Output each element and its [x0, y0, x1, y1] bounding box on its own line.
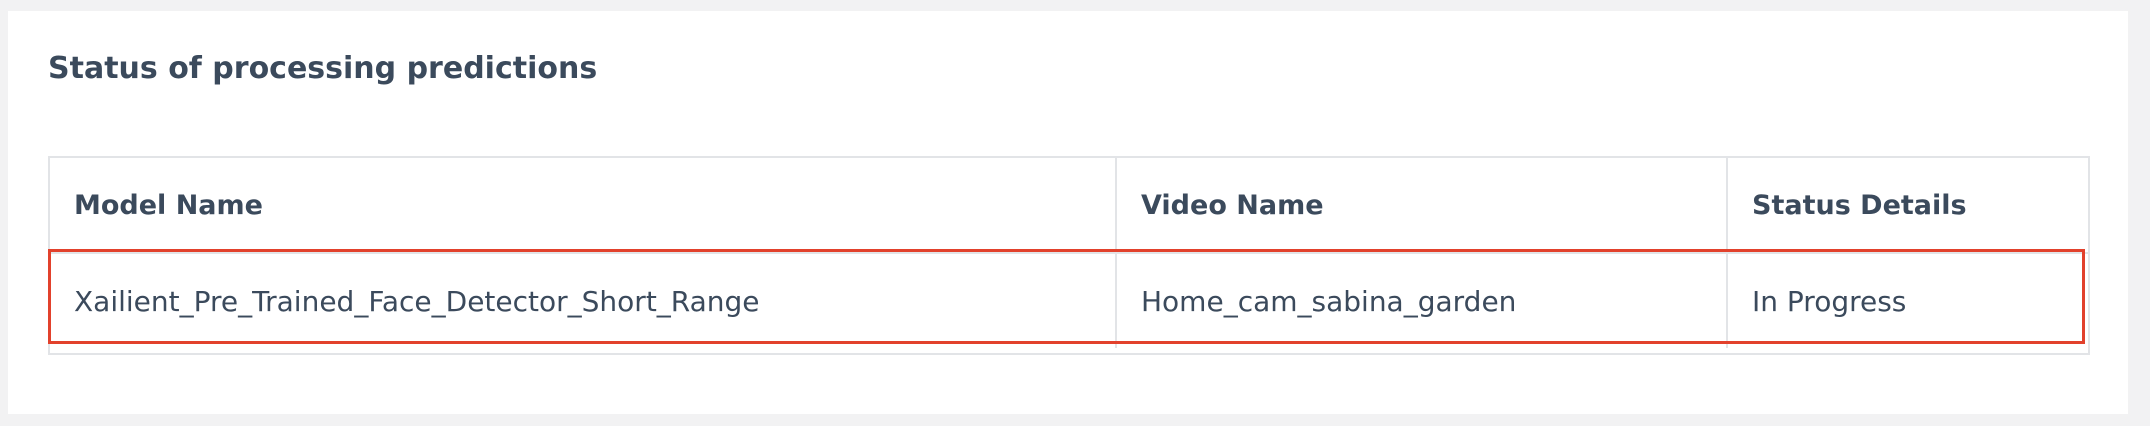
column-header-model-name: Model Name [74, 189, 263, 221]
predictions-status-panel: Status of processing predictions Model N… [8, 11, 2128, 414]
predictions-table: Model Name Video Name Status Details Xai… [48, 156, 2090, 355]
cell-status-details: In Progress [1726, 253, 2088, 348]
column-header-status-details: Status Details [1726, 158, 2088, 253]
table-header-row: Model Name Video Name Status Details [50, 158, 2088, 253]
cell-video-name: Home_cam_sabina_garden [1115, 253, 1727, 348]
page-title: Status of processing predictions [48, 51, 598, 86]
table-row[interactable]: Xailient_Pre_Trained_Face_Detector_Short… [50, 253, 2088, 348]
cell-model-name: Xailient_Pre_Trained_Face_Detector_Short… [74, 284, 760, 318]
column-header-video-name: Video Name [1115, 158, 1727, 253]
